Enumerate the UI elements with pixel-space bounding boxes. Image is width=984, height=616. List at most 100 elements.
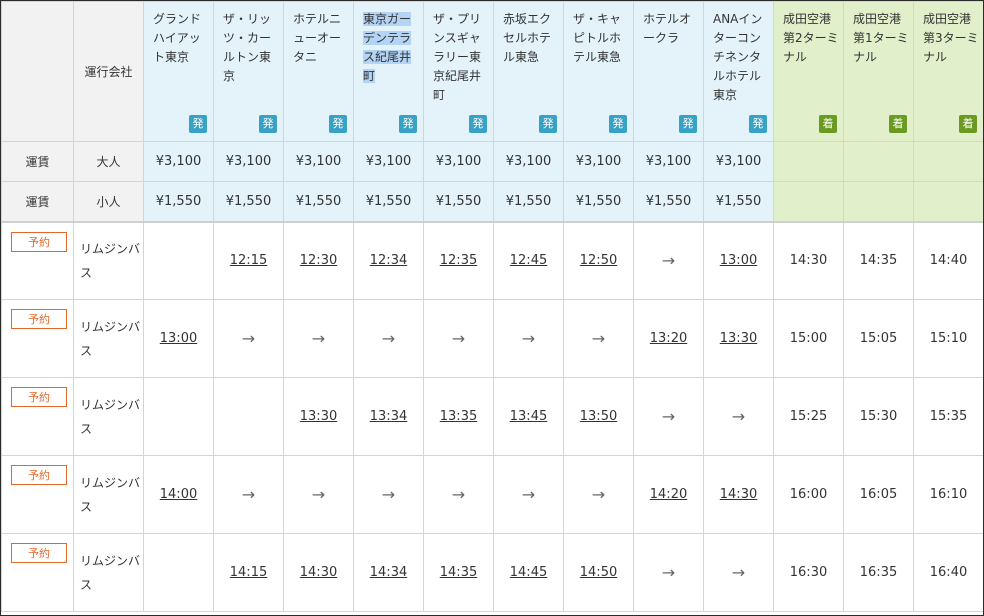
departure-time-cell: 12:15	[213, 220, 284, 300]
fare-value: ¥3,100	[493, 141, 564, 182]
operator-cell: リムジンバス	[73, 299, 144, 378]
reserve-button[interactable]: 予約	[11, 465, 67, 485]
arrow-right-icon: →	[311, 485, 326, 504]
fare-label: 運賃	[1, 181, 74, 222]
timetable: 運行会社 グランドハイアット東京発ザ・リッツ・カールトン東京発ホテルニューオータ…	[1, 1, 983, 612]
stop-header-3: ホテルニューオータニ発	[283, 1, 354, 142]
empty-cell	[143, 377, 214, 456]
stop-header-12: 成田空港第3ターミナル着	[913, 1, 983, 142]
departure-time-link[interactable]: 14:34	[370, 565, 407, 580]
departure-time-cell: 13:50	[563, 377, 634, 456]
departure-time-cell: 12:50	[563, 220, 634, 300]
stop-name: 成田空港第3ターミナル	[914, 2, 983, 67]
arrival-time: 14:40	[929, 253, 968, 269]
departure-time-link[interactable]: 12:50	[580, 253, 617, 268]
arrival-time: 16:00	[789, 487, 828, 502]
operator-cell: リムジンバス	[73, 455, 144, 534]
departure-badge: 発	[189, 115, 207, 133]
departure-time-link[interactable]: 12:34	[370, 253, 407, 268]
stop-header-10: 成田空港第2ターミナル着	[773, 1, 844, 142]
departure-time-link[interactable]: 14:30	[720, 487, 757, 502]
departure-time-cell: 13:00	[143, 299, 214, 378]
departure-time-link[interactable]: 14:45	[510, 565, 547, 580]
reserve-button[interactable]: 予約	[11, 543, 67, 563]
departure-time-cell: 12:34	[353, 220, 424, 300]
header-row: 運行会社 グランドハイアット東京発ザ・リッツ・カールトン東京発ホテルニューオータ…	[1, 1, 983, 142]
departure-time-link[interactable]: 14:00	[160, 487, 197, 502]
departure-time-cell: 14:15	[213, 533, 284, 612]
departure-time-link[interactable]: 13:30	[300, 409, 337, 424]
arrow-right-icon: →	[521, 485, 536, 504]
arrow-right-icon: →	[661, 407, 676, 426]
departure-time-link[interactable]: 14:50	[580, 565, 617, 580]
timetable-body: 運賃 大人 ¥3,100 ¥3,100 ¥3,100 ¥3,100 ¥3,100 ¥3,100…	[1, 141, 983, 612]
trip-row: 予約 リムジンバス 12:15 12:30 12:34 12:35 12:45 12:50 → 1…	[1, 220, 983, 300]
stop-header-1: グランドハイアット東京発	[143, 1, 214, 142]
departure-time-link[interactable]: 12:35	[440, 253, 477, 268]
departure-time-link[interactable]: 14:30	[300, 565, 337, 580]
departure-time-link[interactable]: 13:35	[440, 409, 477, 424]
operator-name: リムジンバス	[80, 553, 141, 592]
departure-time-cell: 13:00	[703, 220, 774, 300]
arrival-time: 15:25	[789, 409, 828, 424]
arrival-time-cell: 16:10	[913, 455, 983, 534]
arrow-right-icon: →	[381, 329, 396, 348]
departure-time-link[interactable]: 13:45	[510, 409, 547, 424]
pass-through-cell: →	[493, 455, 564, 534]
departure-time-link[interactable]: 13:30	[720, 331, 757, 346]
departure-badge: 発	[539, 115, 557, 133]
reserve-button[interactable]: 予約	[11, 231, 67, 252]
arrival-time: 15:35	[929, 409, 968, 424]
departure-time-cell: 13:35	[423, 377, 494, 456]
departure-time-cell: 13:34	[353, 377, 424, 456]
arrival-time-cell: 15:05	[843, 299, 914, 378]
departure-time-link[interactable]: 13:50	[580, 409, 617, 424]
departure-time-cell: 12:35	[423, 220, 494, 300]
arrival-time: 15:00	[789, 331, 828, 346]
departure-time-link[interactable]: 13:20	[650, 331, 687, 346]
arrival-time: 16:10	[929, 487, 968, 502]
reserve-cell: 予約	[1, 533, 74, 612]
stop-name: ホテルニューオータニ	[284, 2, 353, 67]
fare-value: ¥3,100	[633, 141, 704, 182]
arrival-time-cell: 14:40	[913, 220, 983, 300]
trip-row: 予約 リムジンバス 14:00 → → → → → → 14:20 14:30 16:00 16:05 1…	[1, 455, 983, 534]
stop-name: ザ・キャピトルホテル東急	[564, 2, 633, 67]
departure-time-cell: 14:45	[493, 533, 564, 612]
reserve-button[interactable]: 予約	[11, 309, 67, 329]
arrow-right-icon: →	[311, 329, 326, 348]
departure-time-cell: 14:34	[353, 533, 424, 612]
stop-name-text: グランドハイアット東京	[153, 12, 202, 64]
stop-name-text: ザ・プリンスギャラリー東京紀尾井町	[433, 12, 482, 102]
timetable-frame: 運行会社 グランドハイアット東京発ザ・リッツ・カールトン東京発ホテルニューオータ…	[0, 0, 984, 616]
fare-value: ¥1,550	[493, 181, 564, 222]
fare-type: 大人	[73, 141, 144, 182]
departure-time-link[interactable]: 14:35	[440, 565, 477, 580]
stop-header-8: ホテルオークラ発	[633, 1, 704, 142]
reserve-button[interactable]: 予約	[11, 387, 67, 407]
trip-row: 予約 リムジンバス 13:00 → → → → → → 13:20 13:30 15:00 15:05 1…	[1, 299, 983, 378]
departure-time-link[interactable]: 12:45	[510, 253, 547, 268]
fare-value: ¥3,100	[143, 141, 214, 182]
arrival-time-cell: 14:35	[843, 220, 914, 300]
fare-value: ¥1,550	[143, 181, 214, 222]
stop-name-text: 成田空港第2ターミナル	[783, 12, 839, 64]
departure-time-link[interactable]: 13:00	[720, 253, 757, 268]
departure-time-cell: 13:20	[633, 299, 704, 378]
departure-time-cell: 14:30	[703, 455, 774, 534]
departure-time-link[interactable]: 12:15	[230, 253, 267, 268]
departure-time-link[interactable]: 14:20	[650, 487, 687, 502]
departure-time-cell: 14:20	[633, 455, 704, 534]
operator-name: リムジンバス	[80, 241, 141, 280]
departure-time-link[interactable]: 12:30	[300, 253, 337, 268]
departure-badge: 発	[679, 115, 697, 133]
reserve-cell: 予約	[1, 220, 74, 300]
departure-time-link[interactable]: 13:34	[370, 409, 407, 424]
empty-cell	[213, 377, 284, 456]
departure-time-link[interactable]: 13:00	[160, 331, 197, 346]
pass-through-cell: →	[423, 455, 494, 534]
fare-value: ¥1,550	[563, 181, 634, 222]
stop-name-text: 東京ガーデンテラス紀尾井町	[363, 12, 412, 83]
departure-time-link[interactable]: 14:15	[230, 565, 267, 580]
stop-header-6: 赤坂エクセルホテル東急発	[493, 1, 564, 142]
